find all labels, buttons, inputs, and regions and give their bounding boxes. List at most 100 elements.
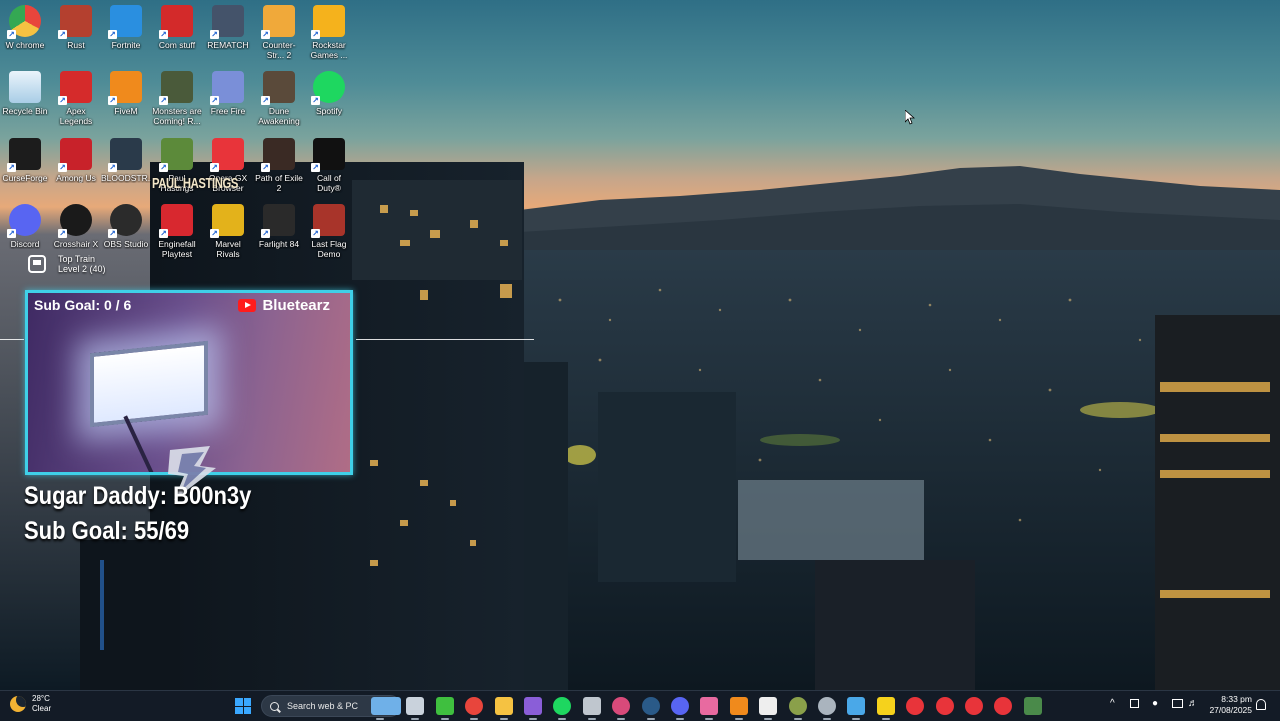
network-icon[interactable] <box>1172 699 1183 708</box>
spotify-icon: ↗ <box>311 71 345 105</box>
desktop-icon[interactable]: ↗ Spotify <box>304 71 354 116</box>
vlc-icon[interactable] <box>729 697 748 720</box>
desktop-icon-label: Last Flag Demo <box>311 239 347 259</box>
opera-gx-icon: ↗ <box>210 138 244 172</box>
desktop-icon-label: Free Fire <box>210 106 246 116</box>
clock-time: 8:33 pm <box>1221 694 1252 704</box>
obs-icon[interactable] <box>818 697 836 720</box>
shortcut-arrow-icon: ↗ <box>159 163 168 172</box>
weather-widget[interactable]: 28°C Clear <box>10 694 51 714</box>
photos-icon[interactable] <box>700 697 719 720</box>
desktop-icon[interactable]: ↗ Path of Exile 2 <box>254 138 304 193</box>
shortcut-arrow-icon: ↗ <box>210 30 219 39</box>
widget-subtitle: Level 2 (40) <box>58 264 106 274</box>
ubisoft-icon[interactable] <box>582 697 601 720</box>
tray-app-icon[interactable] <box>1130 699 1139 708</box>
desktop-icon[interactable]: ↗ Monsters are Coming! R... <box>152 71 202 126</box>
marvel-rivals-icon: ↗ <box>210 204 244 238</box>
maps-icon[interactable] <box>612 697 631 720</box>
desktop-icon[interactable]: ↗ Rockstar Games ... <box>304 5 354 60</box>
xbox-app-icon[interactable] <box>788 697 807 720</box>
taskbar-clock[interactable]: 8:33 pm 27/08/2025 <box>1206 694 1252 716</box>
spotify-icon[interactable] <box>553 697 572 720</box>
desktop-icon[interactable]: ↗ Among Us <box>51 138 101 183</box>
shortcut-arrow-icon: ↗ <box>108 229 117 238</box>
screenshot-icon[interactable] <box>847 697 866 720</box>
desktop-icon[interactable]: ↗ Call of Duty® <box>304 138 354 193</box>
visual-studio-icon[interactable] <box>524 697 542 720</box>
desktop-icon-label: Fortnite <box>111 40 141 50</box>
rust-icon: ↗ <box>58 5 92 39</box>
cs2-icon: ↗ <box>261 5 295 39</box>
desktop-icon-label: BLOODSTR... <box>101 173 151 183</box>
desktop-icon-label: CurseForge <box>2 173 48 183</box>
desktop-icon-label: Rockstar Games ... <box>310 40 348 60</box>
shortcut-arrow-icon: ↗ <box>108 96 117 105</box>
sticky-notes-icon[interactable] <box>876 697 895 720</box>
curseforge-icon: ↗ <box>7 138 41 172</box>
desktop-icon[interactable]: ↗ Discord <box>0 204 50 249</box>
desktop-icon[interactable]: ↗ CurseForge <box>0 138 50 183</box>
desktop-icon[interactable]: ↗ Com stuff <box>152 5 202 50</box>
divider-line <box>356 339 534 340</box>
building-sign: PAUL HASTINGS <box>152 175 238 192</box>
chrome-icon[interactable] <box>465 697 484 720</box>
youtube-icon <box>238 299 257 312</box>
notification-bell-icon[interactable] <box>1256 699 1266 710</box>
shortcut-arrow-icon: ↗ <box>210 96 219 105</box>
opera-gx-icon[interactable] <box>935 697 954 715</box>
discord-icon[interactable] <box>671 697 689 720</box>
desktop-icon[interactable]: ↗ Last Flag Demo <box>304 204 354 259</box>
record-icon[interactable] <box>906 697 925 715</box>
shortcut-arrow-icon: ↗ <box>311 163 320 172</box>
microphone-icon[interactable]: ● <box>1152 698 1158 709</box>
desktop-icon[interactable]: ↗ Marvel Rivals <box>203 204 253 259</box>
shortcut-arrow-icon: ↗ <box>58 229 67 238</box>
volume-icon[interactable]: ♬ <box>1188 698 1198 709</box>
desktop-icon-label: Call of Duty® <box>316 173 342 193</box>
obs-icon: ↗ <box>108 204 142 238</box>
shortcut-arrow-icon: ↗ <box>261 163 270 172</box>
windows-start-icon[interactable] <box>235 698 251 714</box>
desktop-icon[interactable]: ↗ Fortnite <box>101 5 151 50</box>
opera-gx-icon[interactable] <box>994 697 1013 715</box>
top-train-widget[interactable]: Top Train Level 2 (40) <box>28 254 106 274</box>
desktop-icon[interactable]: ↗ Enginefall Playtest <box>152 204 202 259</box>
desktop-icon[interactable]: ↗ Crosshair X <box>51 204 101 249</box>
faceit-icon[interactable] <box>965 697 983 715</box>
desktop-icon-label: Apex Legends <box>59 106 93 126</box>
shortcut-arrow-icon: ↗ <box>311 229 320 238</box>
shortcut-arrow-icon: ↗ <box>159 96 168 105</box>
desktop-icon[interactable]: ↗ FiveM <box>101 71 151 116</box>
desktop-icon[interactable]: ↗ BLOODSTR... <box>101 138 151 183</box>
task-view-icon[interactable] <box>406 697 425 720</box>
chevron-up-icon[interactable]: ^ <box>1110 698 1115 709</box>
desktop-icon[interactable]: ↗ Apex Legends <box>51 71 101 126</box>
subgoal-text: Sub Goal: 55/69 <box>24 517 190 545</box>
epic-games-icon[interactable] <box>759 697 778 720</box>
desktop-icon[interactable]: ↗ Dune Awakening <box>254 71 304 126</box>
desktop-icon[interactable]: ↗ Farlight 84 <box>254 204 304 249</box>
desktop-icon[interactable]: Recycle Bin <box>0 71 50 116</box>
desktop-icon[interactable]: ↗ REMATCH <box>203 5 253 50</box>
monsters-icon: ↗ <box>159 71 193 105</box>
desktop-icon[interactable]: ↗ OBS Studio <box>101 204 151 249</box>
file-explorer-icon[interactable] <box>494 697 513 720</box>
desktop-icon[interactable]: ↗ Counter-Str... 2 <box>254 5 304 60</box>
goblin-icon: ↗ <box>159 138 193 172</box>
desktop-icon[interactable]: ↗ Rust <box>51 5 101 50</box>
desktop-icon-label: Spotify <box>316 106 342 116</box>
nvidia-icon[interactable] <box>1023 697 1042 715</box>
shortcut-arrow-icon: ↗ <box>58 163 67 172</box>
desktop-icon-label: Enginefall Playtest <box>158 239 196 259</box>
shortcut-arrow-icon: ↗ <box>261 229 270 238</box>
discord-icon: ↗ <box>7 204 41 238</box>
desktop-icon[interactable]: ↗ Free Fire <box>203 71 253 116</box>
widgets-icon[interactable] <box>371 697 401 720</box>
cam-subgoal-text: Sub Goal: 0 / 6 <box>34 297 132 313</box>
widget-title: Top Train <box>58 254 96 264</box>
desktop-icon[interactable]: ↗ W chrome <box>0 5 50 50</box>
steam-icon[interactable] <box>641 697 660 720</box>
farlight-icon: ↗ <box>261 204 295 238</box>
xbox-icon[interactable] <box>435 697 454 720</box>
